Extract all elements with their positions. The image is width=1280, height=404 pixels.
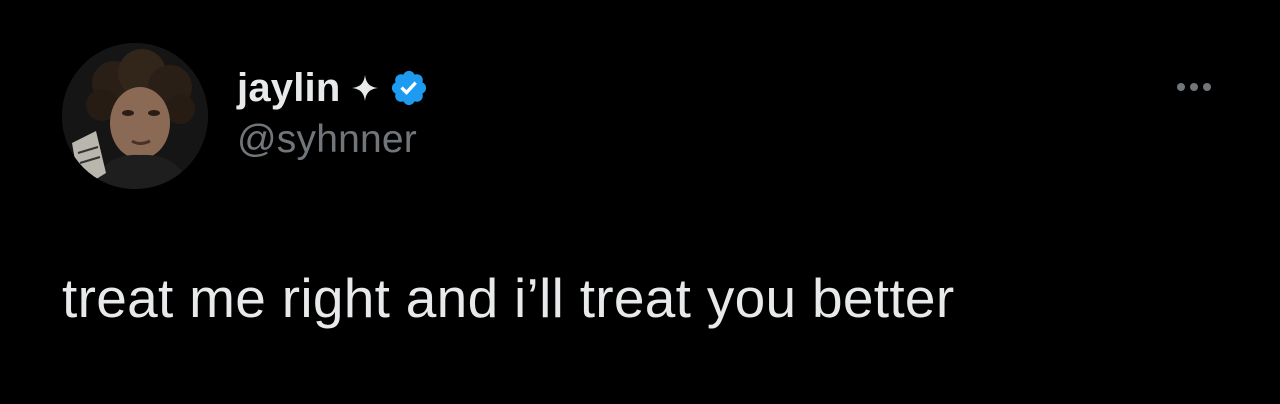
more-options-icon-dot — [1203, 83, 1211, 91]
sparkle-icon — [350, 73, 380, 103]
author-info: jaylin @syhnner — [237, 64, 429, 164]
user-handle[interactable]: @syhnner — [237, 116, 429, 164]
tweet-text: treat me right and i’ll treat you better — [62, 267, 955, 329]
more-options-button[interactable] — [1168, 72, 1220, 102]
name-row: jaylin — [237, 64, 429, 112]
more-options-icon — [1177, 83, 1185, 91]
tweet-card: jaylin @syhnner treat me right and i’ll … — [0, 0, 1280, 404]
display-name[interactable]: jaylin — [237, 64, 340, 112]
more-options-icon-dot — [1190, 83, 1198, 91]
avatar-photo — [62, 43, 208, 189]
avatar[interactable] — [62, 43, 208, 189]
verified-badge-icon[interactable] — [389, 68, 429, 108]
